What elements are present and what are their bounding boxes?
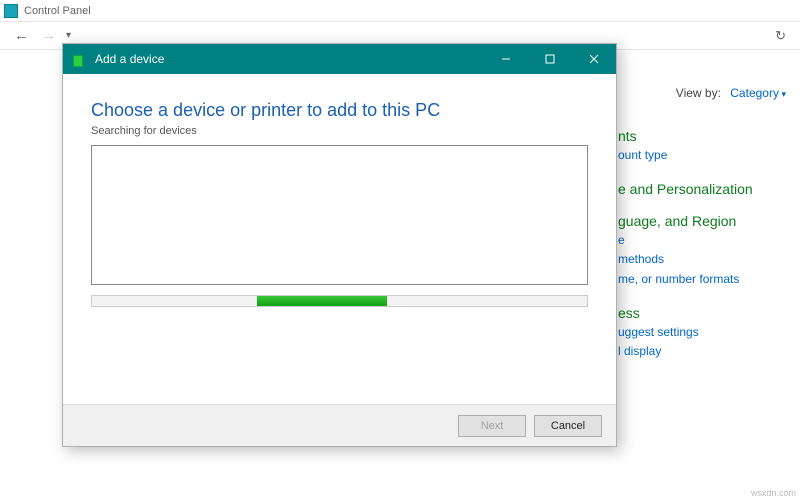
- category-heading[interactable]: e and Personalization: [618, 181, 788, 197]
- refresh-button[interactable]: ↻: [769, 28, 792, 44]
- dialog-heading: Choose a device or printer to add to thi…: [91, 100, 588, 121]
- add-device-dialog: Add a device Choose a device or printer …: [62, 43, 617, 447]
- control-panel-titlebar: Control Panel: [0, 0, 800, 22]
- control-panel-icon: [4, 4, 18, 18]
- progress-chunk: [257, 296, 387, 306]
- category-link[interactable]: uggest settings: [618, 323, 788, 342]
- next-button: Next: [458, 415, 526, 437]
- back-button[interactable]: ←: [8, 27, 35, 44]
- dialog-title: Add a device: [95, 52, 164, 66]
- category-column: nts ount type e and Personalization guag…: [618, 128, 788, 377]
- minimize-button[interactable]: [484, 44, 528, 74]
- battery-icon: [73, 51, 87, 67]
- category-heading[interactable]: guage, and Region: [618, 213, 788, 229]
- control-panel-title: Control Panel: [24, 5, 91, 17]
- category-link[interactable]: l display: [618, 342, 788, 361]
- category-link[interactable]: e: [618, 231, 788, 250]
- close-button[interactable]: [572, 44, 616, 74]
- category-link[interactable]: ount type: [618, 146, 788, 165]
- view-by-dropdown[interactable]: Category: [730, 86, 786, 100]
- category-heading[interactable]: ess: [618, 305, 788, 321]
- history-dropdown[interactable]: ▾: [62, 30, 75, 41]
- dialog-footer: Next Cancel: [63, 404, 616, 446]
- dialog-subtext: Searching for devices: [91, 125, 588, 137]
- category-link[interactable]: methods: [618, 250, 788, 269]
- dialog-body: Choose a device or printer to add to thi…: [63, 74, 616, 307]
- cancel-button[interactable]: Cancel: [534, 415, 602, 437]
- dialog-titlebar[interactable]: Add a device: [63, 44, 616, 74]
- maximize-button[interactable]: [528, 44, 572, 74]
- watermark: wsxdn.com: [751, 488, 796, 498]
- forward-button[interactable]: →: [35, 27, 62, 44]
- view-by-label: View by:: [676, 86, 721, 100]
- category-heading[interactable]: nts: [618, 128, 788, 144]
- device-list[interactable]: [91, 145, 588, 285]
- view-by-row: View by: Category: [676, 86, 786, 100]
- category-link[interactable]: me, or number formats: [618, 270, 788, 289]
- progress-bar: [91, 295, 588, 307]
